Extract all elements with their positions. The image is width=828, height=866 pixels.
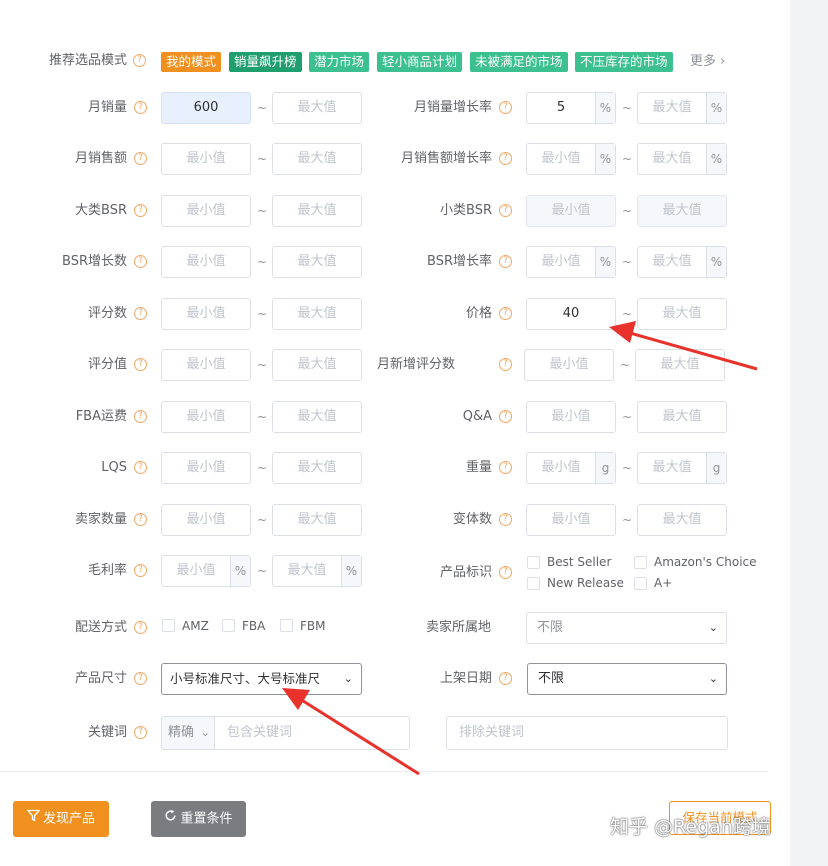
size-arrow	[282, 688, 420, 776]
watermark: 知乎 @Regan跨境	[610, 816, 771, 838]
price-arrow	[609, 321, 758, 371]
annotation-arrows	[282, 321, 758, 776]
